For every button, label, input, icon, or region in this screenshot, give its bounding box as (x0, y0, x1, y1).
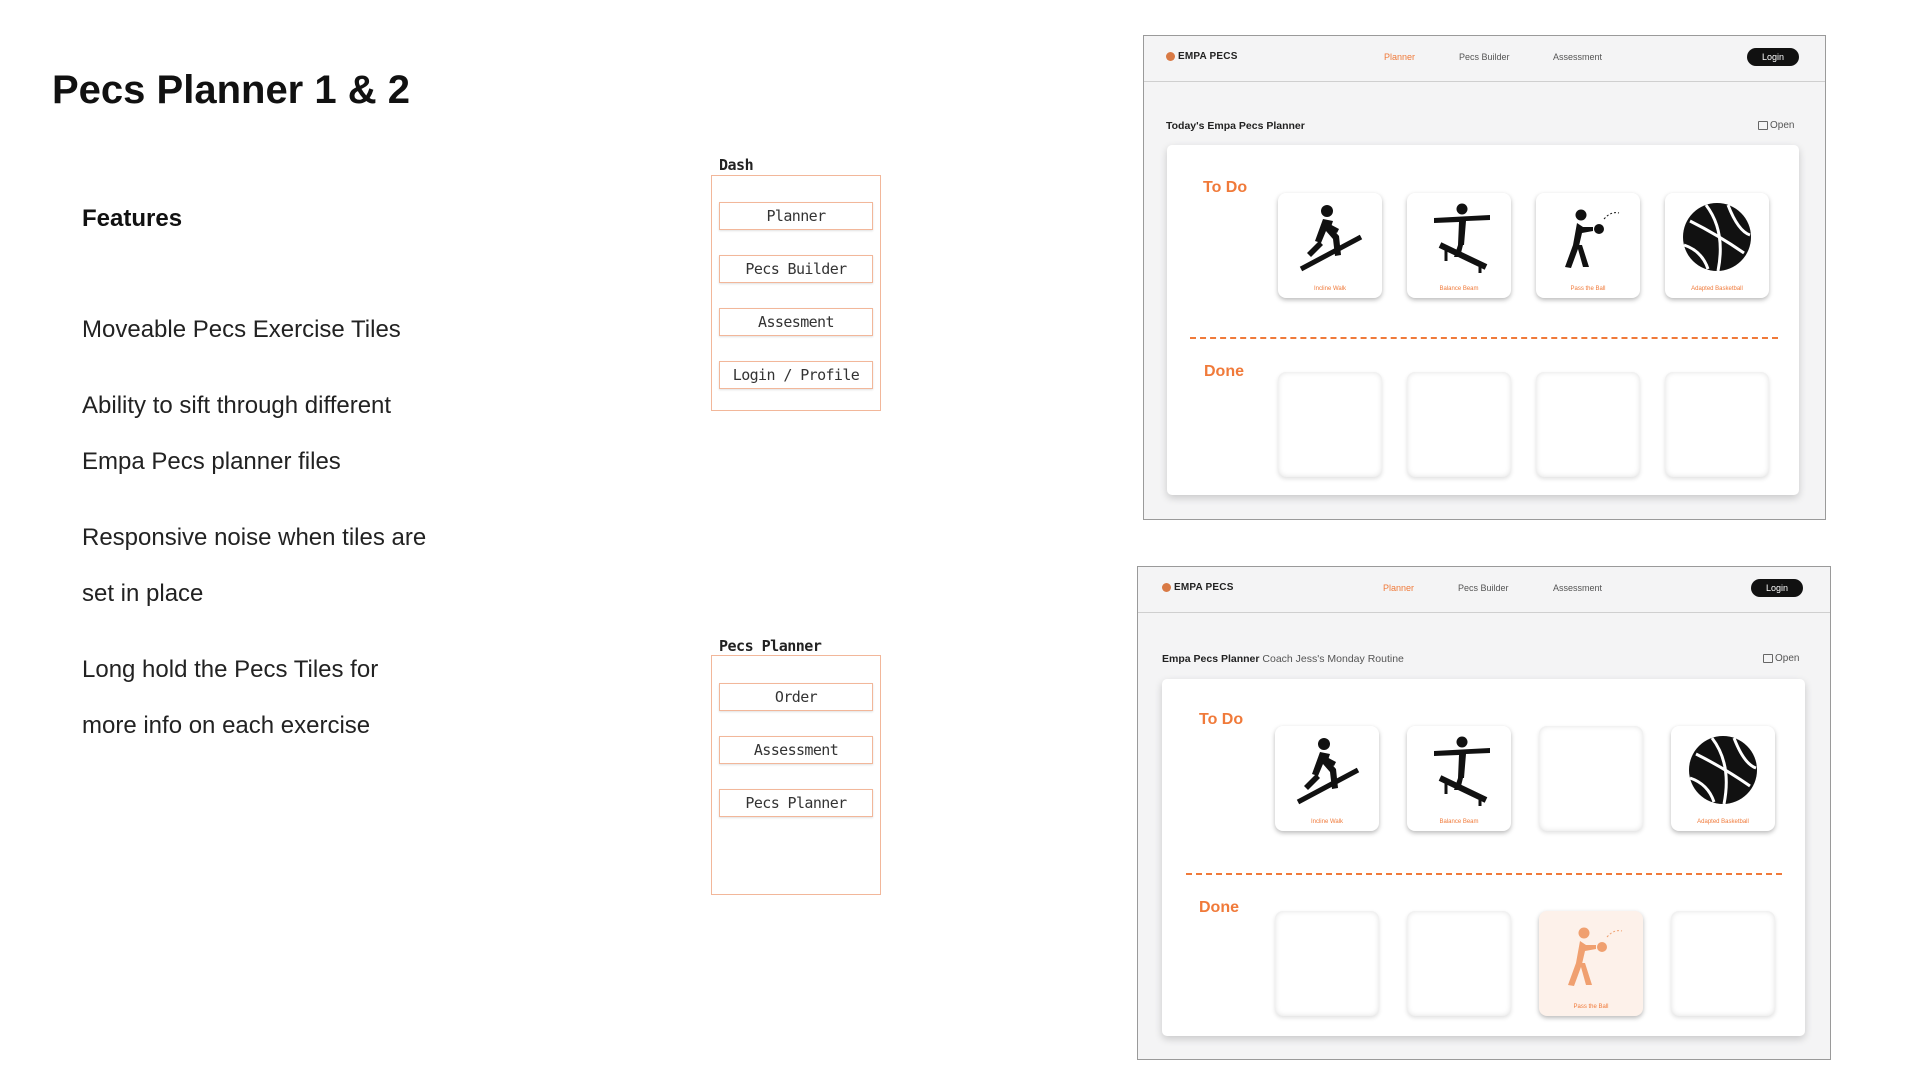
tile-caption: Adapted Basketball (1697, 819, 1749, 825)
wireframe-pecs-planner-panel: Order Assessment Pecs Planner (711, 655, 881, 895)
tile-caption: Pass the Ball (1570, 286, 1606, 292)
feature-line: set in place (82, 580, 204, 607)
todo-label: To Do (1199, 711, 1244, 728)
open-button[interactable]: Open (1763, 653, 1799, 664)
feature-line: Long hold the Pecs Tiles for (82, 656, 379, 683)
feature-line: Responsive noise when tiles are (82, 524, 427, 551)
brand-logo[interactable]: EMPA PECS (1162, 582, 1234, 593)
exercise-tile-balance-beam[interactable]: Balance Beam (1407, 193, 1511, 298)
features-heading: Features (82, 205, 183, 232)
nav-assessment[interactable]: Assessment (1553, 52, 1602, 62)
login-button[interactable]: Login (1751, 579, 1803, 597)
feature-line: Moveable Pecs Exercise Tiles (82, 316, 401, 343)
wireframe-pecs-planner-button[interactable]: Pecs Planner (719, 789, 873, 817)
done-slot[interactable] (1278, 372, 1382, 477)
section-divider (1190, 337, 1778, 339)
wireframe-pecs-planner-label: Pecs Planner (719, 637, 822, 655)
wireframe-dash-label: Dash (719, 156, 754, 174)
planner-title: Empa Pecs Planner Coach Jess's Monday Ro… (1162, 653, 1404, 665)
open-button[interactable]: Open (1758, 120, 1794, 131)
nav-pecs-builder[interactable]: Pecs Builder (1458, 583, 1509, 593)
exercise-tile-incline-walk[interactable]: Incline Walk (1278, 193, 1382, 298)
balance-beam-icon (1434, 203, 1490, 273)
balance-beam-icon (1434, 736, 1490, 806)
feature-line: more info on each exercise (82, 712, 371, 739)
wireframe-order-button[interactable]: Order (719, 683, 873, 711)
exercise-tile-pass-the-ball[interactable]: Pass the Ball (1536, 193, 1640, 298)
tile-caption: Pass the Ball (1573, 1004, 1609, 1010)
tile-caption: Balance Beam (1439, 819, 1479, 825)
nav-bar: EMPA PECS Planner Pecs Builder Assessmen… (1144, 36, 1825, 82)
brand-logo[interactable]: EMPA PECS (1166, 51, 1238, 62)
nav-pecs-builder[interactable]: Pecs Builder (1459, 52, 1510, 62)
logo-icon (1166, 52, 1175, 61)
exercise-tile-incline-walk[interactable]: Incline Walk (1275, 726, 1379, 831)
tile-caption: Incline Walk (1310, 819, 1344, 825)
brand-name: EMPA PECS (1174, 582, 1234, 593)
todo-empty-slot[interactable] (1539, 726, 1643, 831)
done-slot[interactable] (1671, 911, 1775, 1016)
planner-title: Today's Empa Pecs Planner (1166, 120, 1305, 132)
nav-bar: EMPA PECS Planner Pecs Builder Assessmen… (1138, 567, 1830, 613)
brand-name: EMPA PECS (1178, 51, 1238, 62)
wireframe-assesment-button[interactable]: Assesment (719, 308, 873, 336)
done-slot[interactable] (1665, 372, 1769, 477)
planner-board: To Do Done Incline Walk Balance Bea (1162, 679, 1805, 1036)
wireframe-planner-button[interactable]: Planner (719, 202, 873, 230)
login-button[interactable]: Login (1747, 48, 1799, 66)
tile-caption: Adapted Basketball (1691, 286, 1743, 292)
basketball-icon (1683, 203, 1751, 272)
tile-caption: Balance Beam (1439, 286, 1479, 292)
logo-icon (1162, 583, 1171, 592)
pass-ball-icon (1568, 927, 1623, 986)
nav-assessment[interactable]: Assessment (1553, 583, 1602, 593)
feature-line: Ability to sift through different (82, 392, 392, 419)
slide-title: Pecs Planner 1 & 2 (52, 68, 410, 112)
done-slot[interactable] (1407, 911, 1511, 1016)
wireframe-dash-panel: Planner Pecs Builder Assesment Login / P… (711, 175, 881, 411)
wireframe-assessment-button[interactable]: Assessment (719, 736, 873, 764)
basketball-icon (1689, 736, 1757, 805)
done-label: Done (1204, 363, 1244, 380)
tile-caption: Incline Walk (1313, 286, 1347, 292)
done-slot[interactable] (1407, 372, 1511, 477)
nav-planner[interactable]: Planner (1384, 52, 1415, 62)
todo-label: To Do (1203, 179, 1248, 196)
folder-icon (1763, 654, 1773, 663)
incline-walk-icon (1299, 205, 1363, 272)
pass-ball-icon (1565, 209, 1620, 268)
wireframe-pecs-builder-button[interactable]: Pecs Builder (719, 255, 873, 283)
section-divider (1186, 873, 1782, 875)
planner-mockup-1: EMPA PECS Planner Pecs Builder Assessmen… (1143, 35, 1826, 520)
feature-line: Empa Pecs planner files (82, 448, 341, 475)
planner-board: To Do Done Incline Walk Balance Bea (1167, 145, 1799, 495)
folder-icon (1758, 121, 1768, 130)
done-slot[interactable] (1275, 911, 1379, 1016)
nav-planner[interactable]: Planner (1383, 583, 1414, 593)
exercise-tile-adapted-basketball[interactable]: Adapted Basketball (1671, 726, 1775, 831)
wireframe-login-profile-button[interactable]: Login / Profile (719, 361, 873, 389)
incline-walk-icon (1296, 738, 1360, 805)
done-slot[interactable] (1536, 372, 1640, 477)
planner-mockup-2: EMPA PECS Planner Pecs Builder Assessmen… (1137, 566, 1831, 1060)
exercise-tile-adapted-basketball[interactable]: Adapted Basketball (1665, 193, 1769, 298)
done-label: Done (1199, 899, 1239, 916)
exercise-tile-balance-beam[interactable]: Balance Beam (1407, 726, 1511, 831)
exercise-tile-pass-the-ball-done[interactable]: Pass the Ball (1539, 911, 1643, 1016)
